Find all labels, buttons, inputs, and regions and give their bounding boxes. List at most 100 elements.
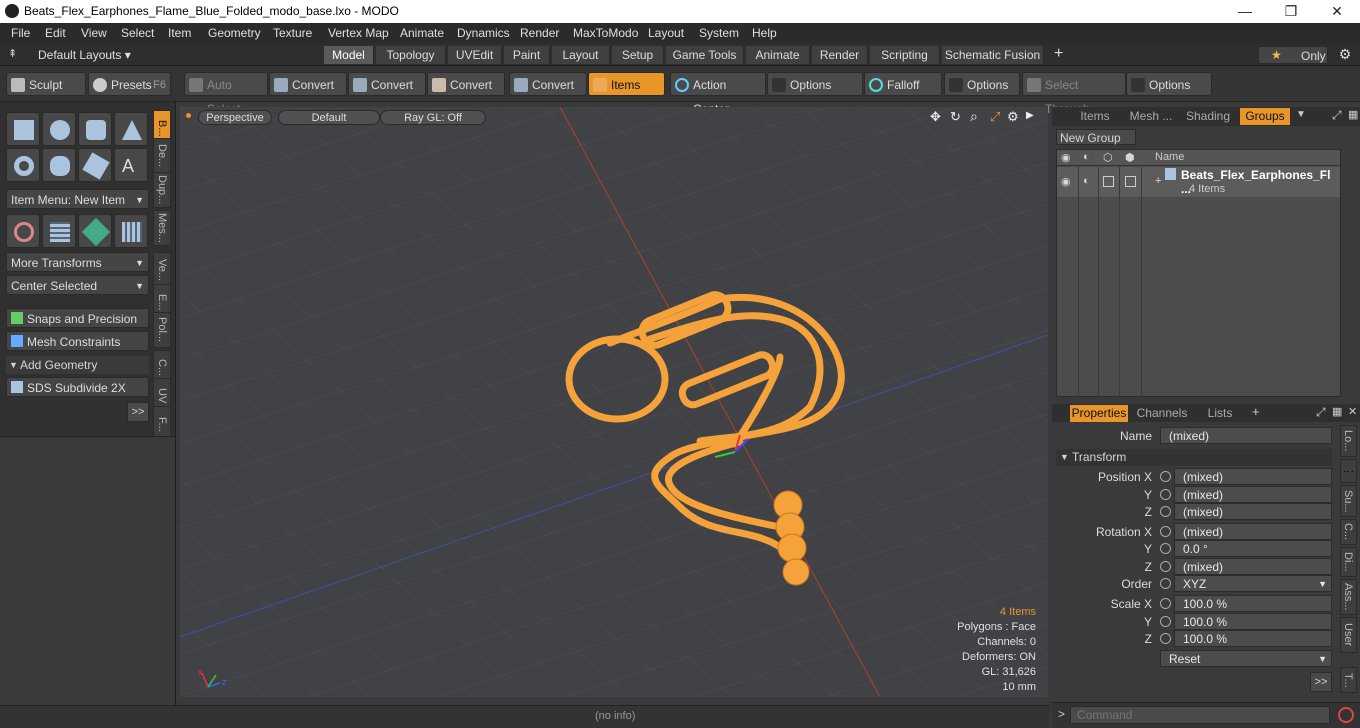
rotation-z-field[interactable]: (mixed) (1174, 558, 1332, 575)
menu-vertex-map[interactable]: Vertex Map (328, 26, 389, 40)
convert-button-3[interactable]: Convert (427, 72, 505, 96)
vtab-user[interactable]: User (1340, 617, 1357, 653)
zoom-icon[interactable]: ⌕ (970, 108, 978, 125)
render-toggle-icon[interactable]: ◐ (1083, 175, 1090, 187)
auto-select-button[interactable]: Auto Select (184, 72, 268, 116)
shading-button[interactable]: Default (278, 110, 380, 125)
sphere-tool[interactable] (42, 112, 76, 146)
action-center-button[interactable]: Action Center (670, 72, 766, 116)
3d-viewport[interactable]: x z (180, 107, 1048, 697)
tab-model[interactable]: Model (324, 46, 374, 64)
menu-help[interactable]: Help (752, 26, 777, 40)
close-panel-icon[interactable]: ✕ (1348, 405, 1357, 418)
vtab-di[interactable]: Di... (1340, 547, 1357, 577)
more-tools-button[interactable]: >> (127, 402, 149, 422)
position-x-anim-dot[interactable] (1160, 471, 1171, 482)
tab-setup[interactable]: Setup (612, 46, 664, 64)
expand-icon[interactable]: ⤢ (1332, 108, 1342, 123)
tab-channels[interactable]: Channels (1134, 405, 1190, 422)
menu-file[interactable]: File (11, 26, 30, 40)
rotation-y-anim-dot[interactable] (1160, 543, 1171, 554)
menu-maxtomodo[interactable]: MaxToModo (573, 26, 638, 40)
menu-texture[interactable]: Texture (273, 26, 312, 40)
position-z-anim-dot[interactable] (1160, 506, 1171, 517)
new-group-button[interactable]: New Group (1056, 129, 1136, 145)
convert-button-4[interactable]: Convert (509, 72, 587, 96)
layout-collapse-icon[interactable]: ⇞ (8, 47, 17, 60)
transform-section[interactable]: ▼ Transform (1056, 449, 1332, 466)
order-dropdown[interactable]: XYZ ▼ (1174, 575, 1332, 592)
reset-dropdown[interactable]: Reset ▼ (1160, 650, 1332, 667)
viewport-settings-icon[interactable]: ⚙ (1007, 109, 1019, 125)
falloff-button[interactable]: Falloff (864, 72, 942, 96)
snaps-precision-button[interactable]: Snaps and Precision (6, 308, 149, 328)
add-tab-plus-icon[interactable]: + (1252, 404, 1260, 419)
menu-edit[interactable]: Edit (45, 26, 66, 40)
center-selected-dropdown[interactable]: Center Selected ▼ (6, 275, 149, 295)
select-through-button[interactable]: Select Through (1022, 72, 1126, 116)
position-x-field[interactable]: (mixed) (1174, 468, 1332, 485)
position-z-field[interactable]: (mixed) (1174, 503, 1332, 520)
tab-topology[interactable]: Topology (376, 46, 446, 64)
chevron-down-icon[interactable]: ▼ (1296, 109, 1306, 120)
perspective-button[interactable]: Perspective (198, 110, 272, 125)
rotate-view-icon[interactable]: ↻ (950, 109, 961, 125)
scale-x-anim-dot[interactable] (1160, 598, 1171, 609)
convert-button-1[interactable]: Convert (269, 72, 347, 96)
item-menu-dropdown[interactable]: Item Menu: New Item ▼ (6, 189, 149, 209)
text-tool[interactable]: A (114, 148, 148, 182)
vtab-mesh[interactable]: Mes... (153, 210, 171, 246)
vtab-su[interactable]: Su... (1340, 485, 1357, 517)
scale-y-anim-dot[interactable] (1160, 616, 1171, 627)
tab-scripting[interactable]: Scripting (870, 46, 940, 64)
panel-menu-icon[interactable]: ▦ (1348, 108, 1358, 121)
rotation-x-field[interactable]: (mixed) (1174, 523, 1332, 540)
grid-tool[interactable] (42, 214, 76, 248)
tab-lists[interactable]: Lists (1198, 405, 1242, 422)
tab-render[interactable]: Render (812, 46, 868, 64)
move-view-icon[interactable]: ✥ (930, 109, 941, 125)
menu-view[interactable]: View (81, 26, 107, 40)
transform-tool[interactable] (6, 214, 40, 248)
order-anim-dot[interactable] (1160, 578, 1171, 589)
vtab-ass[interactable]: Ass... (1340, 579, 1357, 615)
panel-menu-icon[interactable]: ▦ (1332, 405, 1342, 418)
cone-tool[interactable] (114, 112, 148, 146)
menu-render[interactable]: Render (520, 26, 559, 40)
position-y-anim-dot[interactable] (1160, 489, 1171, 500)
more-properties-button[interactable]: >> (1310, 672, 1332, 692)
group-row[interactable]: ◉ ◐ + Beats_Flex_Earphones_Fl ... 4 Item… (1057, 167, 1340, 197)
tab-schematic-fusion[interactable]: Schematic Fusion (942, 46, 1044, 64)
position-y-field[interactable]: (mixed) (1174, 486, 1332, 503)
torus-tool[interactable] (6, 148, 40, 182)
fit-view-icon[interactable]: ⤢ (990, 109, 1000, 125)
menu-animate[interactable]: Animate (400, 26, 444, 40)
expand-icon[interactable]: ⤢ (1316, 405, 1326, 420)
menu-geometry[interactable]: Geometry (208, 26, 261, 40)
options-button-3[interactable]: Options (1126, 72, 1212, 96)
vtab-t[interactable]: T... (1340, 667, 1357, 693)
minimize-button[interactable]: — (1222, 0, 1268, 23)
vtab-duplicate[interactable]: Dup... (153, 172, 171, 208)
expand-arrow-icon[interactable]: ▶ (1026, 110, 1034, 121)
close-button[interactable]: ✕ (1314, 0, 1360, 23)
maximize-button[interactable]: ❐ (1268, 0, 1314, 23)
sds-subdivide-button[interactable]: SDS Subdivide 2X (6, 377, 149, 397)
vtab-vertex[interactable]: Ve... (153, 252, 171, 288)
menu-layout[interactable]: Layout (648, 26, 684, 40)
add-geometry-section[interactable]: ▼ Add Geometry (6, 356, 149, 374)
viewport-menu-dot[interactable] (186, 113, 191, 118)
items-mode-button[interactable]: Items (588, 72, 665, 96)
sculpt-button[interactable]: Sculpt (6, 72, 86, 96)
presets-button[interactable]: Presets F6 (88, 72, 171, 96)
add-tab-button[interactable]: + (1054, 45, 1063, 63)
tab-groups[interactable]: Groups (1240, 108, 1290, 125)
scale-z-anim-dot[interactable] (1160, 633, 1171, 644)
gear-icon[interactable]: ⚙ (1336, 46, 1354, 64)
vtab-polygon[interactable]: Pol... (153, 312, 171, 348)
default-layouts-dropdown[interactable]: Default Layouts ▾ (38, 48, 131, 62)
menu-system[interactable]: System (699, 26, 739, 40)
cylinder-tool[interactable] (78, 112, 112, 146)
options-button-1[interactable]: Options (767, 72, 863, 96)
cube-tool[interactable] (6, 112, 40, 146)
